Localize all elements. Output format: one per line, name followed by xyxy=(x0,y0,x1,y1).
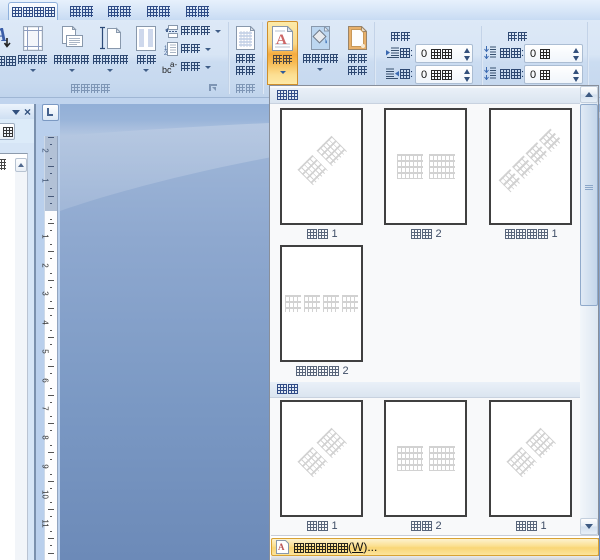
svg-text:A: A xyxy=(276,32,287,48)
svg-text:A: A xyxy=(278,542,285,552)
svg-text:a-: a- xyxy=(170,60,177,69)
